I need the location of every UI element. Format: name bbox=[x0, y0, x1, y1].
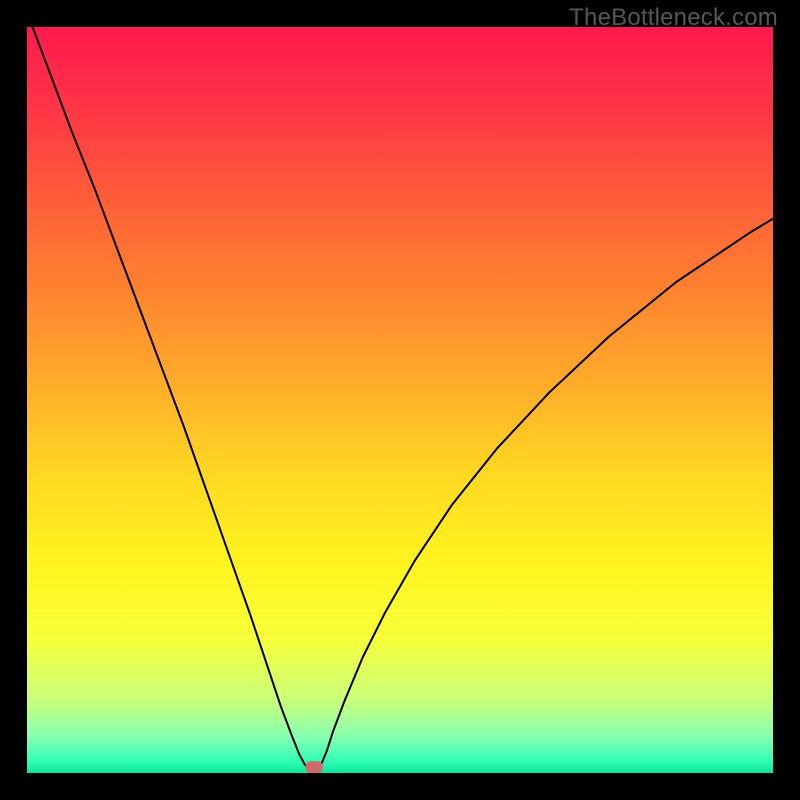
watermark-text: TheBottleneck.com bbox=[569, 4, 778, 32]
chart-frame: TheBottleneck.com bbox=[0, 0, 800, 800]
gradient-background bbox=[27, 27, 773, 773]
optimal-marker bbox=[305, 761, 323, 773]
bottleneck-chart bbox=[27, 27, 773, 773]
